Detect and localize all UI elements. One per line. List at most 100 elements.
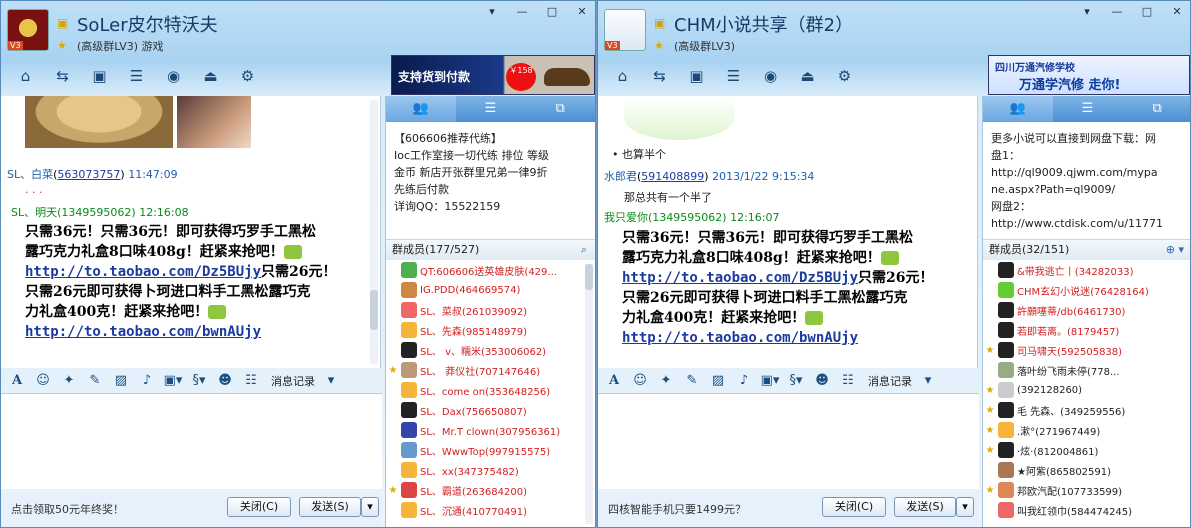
list-item[interactable]: CHM玄幻小说迷(76428164) <box>983 280 1190 300</box>
chat-scrollbar[interactable] <box>370 100 378 364</box>
list-item[interactable]: ★ ·炫·(812004861) <box>983 440 1190 460</box>
send-button[interactable]: 发送(S) <box>299 497 361 517</box>
disk-icon[interactable]: ▣ <box>85 65 114 87</box>
disk-icon[interactable]: ▣ <box>682 65 711 87</box>
promo-link[interactable]: http://to.taobao.com/bwnAUjy <box>622 330 858 346</box>
promo-link[interactable]: http://to.taobao.com/bwnAUjy <box>25 324 261 340</box>
emoji-icon[interactable]: ☺ <box>630 371 650 391</box>
list-item[interactable]: 若即若离。(8179457) <box>983 320 1190 340</box>
list-item[interactable]: ★ SL、霸道(263684200) <box>386 480 595 500</box>
settings-icon[interactable]: ⚙ <box>233 65 262 87</box>
member-list[interactable]: QT:606606送英雄皮肤(429... IG.PDD(464669574) … <box>386 260 595 527</box>
maximize-icon[interactable]: □ <box>1136 5 1158 19</box>
send-button[interactable]: 发送(S) <box>894 497 956 517</box>
list-item[interactable]: SL、xx(347375482) <box>386 460 595 480</box>
list-item[interactable]: SL、沉通(410770491) <box>386 500 595 520</box>
list-item[interactable]: ★ 司马啸天(592505838) <box>983 340 1190 360</box>
magic-icon[interactable]: ✦ <box>59 371 79 391</box>
list-item[interactable]: IG.PDD(464669574) <box>386 280 595 300</box>
sticker-icon[interactable]: ☻▾ <box>812 371 832 408</box>
gift-icon[interactable]: ♪ <box>734 371 754 391</box>
music-icon[interactable]: §▾ <box>786 371 806 391</box>
list-item[interactable]: &带我逃亡丨(34282033) <box>983 260 1190 280</box>
footer-tip[interactable]: 点击领取50元年终奖！ <box>11 501 124 517</box>
list-item[interactable]: QT:606606送英雄皮肤(429... <box>386 260 595 280</box>
settings-icon[interactable]: ⚙ <box>830 65 859 87</box>
notice-icon[interactable]: ☰ <box>122 65 151 87</box>
close-icon[interactable]: ✕ <box>1166 5 1188 19</box>
list-item[interactable]: ★阿紫(865802591) <box>983 460 1190 480</box>
sticker-icon[interactable]: ☻▾ <box>215 371 235 408</box>
minimize-icon[interactable]: — <box>1106 5 1128 19</box>
share-icon[interactable]: ⇆ <box>645 65 674 87</box>
list-item[interactable]: ★ 毛 先森、(349259556) <box>983 400 1190 420</box>
list-tab-icon[interactable]: ☰ <box>1053 96 1123 122</box>
upload-icon[interactable]: ⏏ <box>196 65 225 87</box>
dropdown-icon[interactable]: ▾ <box>1076 5 1098 19</box>
image-icon[interactable]: ▨ <box>111 371 131 391</box>
magic-icon[interactable]: ✦ <box>656 371 676 391</box>
chevron-down-icon[interactable]: ▾ <box>918 371 938 391</box>
shake-icon[interactable]: ✎ <box>682 371 702 391</box>
home-icon[interactable]: ⌂ <box>11 65 40 87</box>
list-item[interactable]: SL、先森(985148979) <box>386 320 595 340</box>
group-avatar[interactable]: V3 <box>7 9 49 51</box>
font-icon[interactable]: A <box>604 371 624 391</box>
list-item[interactable]: SL、come on(353648256) <box>386 380 595 400</box>
screenshot-icon[interactable]: ▣▾ <box>760 371 780 391</box>
send-options-icon[interactable]: ▾ <box>361 497 379 517</box>
list-item[interactable]: SL、Mr.T clown(307956361) <box>386 420 595 440</box>
chat-history[interactable]: SL、白菜(563073757) 11:47:09 · · · SL、明天(13… <box>1 96 381 368</box>
send-options-icon[interactable]: ▾ <box>956 497 974 517</box>
music-icon[interactable]: §▾ <box>189 371 209 391</box>
message-input[interactable] <box>1 393 382 489</box>
record-icon[interactable]: ☷ <box>241 371 261 391</box>
close-button[interactable]: 关闭(C) <box>227 497 291 517</box>
list-item[interactable]: SL、Dax(756650807) <box>386 400 595 420</box>
search-icon[interactable]: ⌕ <box>581 240 587 260</box>
members-tab-icon[interactable]: 👥 <box>386 96 456 122</box>
footer-tip[interactable]: 四核智能手机只要1499元？ <box>608 501 746 517</box>
list-item[interactable]: SL、菜叔(261039092) <box>386 300 595 320</box>
list-item[interactable]: 落叶纷飞雨未停(778... <box>983 360 1190 380</box>
list-tab-icon[interactable]: ☰ <box>456 96 526 122</box>
close-button[interactable]: 关闭(C) <box>822 497 886 517</box>
list-item[interactable]: 許願噻蒂/db(6461730) <box>983 300 1190 320</box>
maximize-icon[interactable]: □ <box>541 5 563 19</box>
message-record-button[interactable]: 消息记录 <box>271 373 315 389</box>
list-item[interactable]: ★ .漱°(271967449) <box>983 420 1190 440</box>
files-tab-icon[interactable]: ⧉ <box>525 96 595 122</box>
shake-icon[interactable]: ✎ <box>85 371 105 391</box>
record-icon[interactable]: ☷ <box>838 371 858 391</box>
chat-history[interactable]: • 也算半个 水郎君(591408899) 2013/1/22 9:15:34 … <box>598 96 978 368</box>
list-item[interactable]: ★ SL、 莽仪社(707147646) <box>386 360 595 380</box>
list-item[interactable]: 叫我红领巾(584474245) <box>983 500 1190 520</box>
home-icon[interactable]: ⌂ <box>608 65 637 87</box>
notice-icon[interactable]: ☰ <box>719 65 748 87</box>
list-item[interactable]: SL、 v、糯米(353006062) <box>386 340 595 360</box>
promo-link[interactable]: http://to.taobao.com/Dz5BUjy <box>622 270 858 286</box>
message-input[interactable] <box>598 393 979 489</box>
location-icon[interactable]: ◉ <box>756 65 785 87</box>
list-item[interactable]: SL、WwwTop(997915575) <box>386 440 595 460</box>
upload-icon[interactable]: ⏏ <box>793 65 822 87</box>
image-icon[interactable]: ▨ <box>708 371 728 391</box>
group-avatar[interactable]: V3 <box>604 9 646 51</box>
member-list[interactable]: &带我逃亡丨(34282033) CHM玄幻小说迷(76428164) 許願噻蒂… <box>983 260 1190 527</box>
ad-banner[interactable]: 支持货到付款 ￥158 <box>391 55 595 95</box>
list-item[interactable]: ★ 邦欧汽配(107733599) <box>983 480 1190 500</box>
share-icon[interactable]: ⇆ <box>48 65 77 87</box>
close-icon[interactable]: ✕ <box>571 5 593 19</box>
member-scrollbar[interactable] <box>585 264 593 524</box>
ad-banner[interactable]: 四川万通汽修学校 万通学汽修 走你! <box>988 55 1190 95</box>
message-record-button[interactable]: 消息记录 <box>868 373 912 389</box>
promo-link[interactable]: http://to.taobao.com/Dz5BUjy <box>25 264 261 280</box>
minimize-icon[interactable]: — <box>511 5 533 19</box>
dropdown-icon[interactable]: ▾ <box>481 5 503 19</box>
location-icon[interactable]: ◉ <box>159 65 188 87</box>
screenshot-icon[interactable]: ▣▾ <box>163 371 183 391</box>
add-member-icon[interactable]: ⊕ ▾ <box>1166 240 1184 260</box>
members-tab-icon[interactable]: 👥 <box>983 96 1053 122</box>
font-icon[interactable]: A <box>7 371 27 391</box>
emoji-icon[interactable]: ☺ <box>33 371 53 391</box>
